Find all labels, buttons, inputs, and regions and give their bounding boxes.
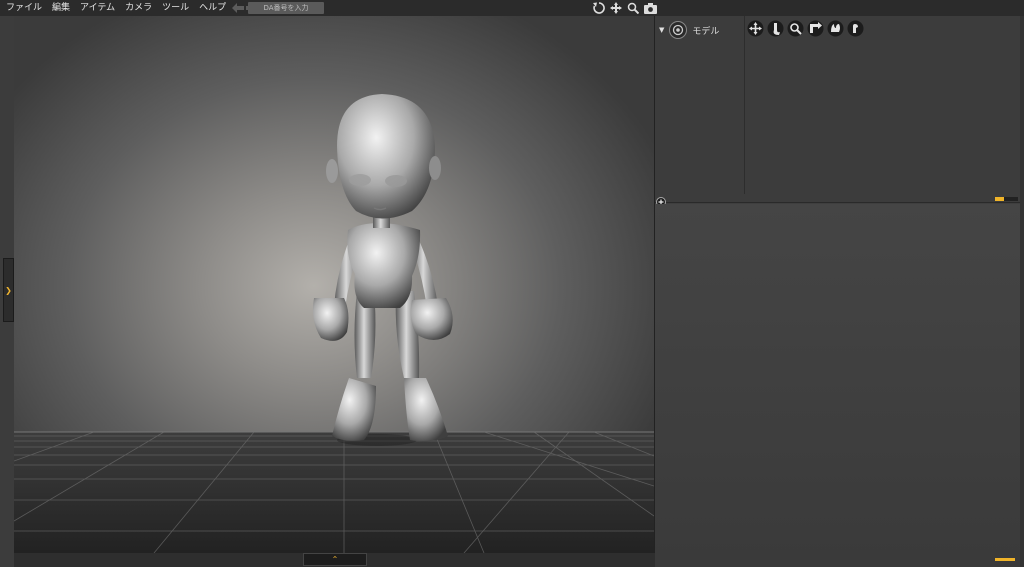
arrow-left-icon[interactable] (231, 2, 245, 14)
rotate-icon[interactable] (592, 1, 606, 15)
viewport-toolbar (592, 1, 657, 15)
menu-edit[interactable]: 編集 (47, 0, 75, 16)
chevron-right-icon: ❯ (5, 285, 12, 295)
search-input[interactable]: DA番号を入力 (248, 2, 324, 14)
model-icon (669, 21, 688, 39)
ground-grid (14, 94, 654, 553)
anchor-tool-icon[interactable] (766, 19, 784, 37)
character-model[interactable] (312, 94, 453, 446)
right-panel: ▼ モデル (655, 16, 1024, 567)
caret-down-icon[interactable]: ▼ (659, 26, 664, 34)
tree-row-model[interactable]: ▼ モデル (659, 21, 719, 39)
tree-label-model: モデル (692, 26, 720, 37)
bottom-panel-toggle[interactable]: ⌃ (303, 553, 367, 566)
menu-camera[interactable]: カメラ (120, 0, 157, 16)
hand-tool-icon[interactable] (846, 19, 864, 37)
zoom-icon[interactable] (626, 1, 640, 15)
right-edge-bar (1020, 16, 1024, 567)
zoom-tool-icon[interactable] (786, 19, 804, 37)
reset-tool-icon[interactable] (806, 19, 824, 37)
screenshot-icon[interactable] (643, 1, 657, 15)
tool-icons (746, 19, 864, 37)
menu-item[interactable]: アイテム (75, 0, 120, 16)
add-item-icon[interactable] (656, 192, 666, 207)
menu-tools[interactable]: ツール (157, 0, 194, 16)
translate-tool-icon[interactable] (746, 19, 764, 37)
menu-help[interactable]: ヘルプ (194, 0, 231, 16)
move-icon[interactable] (609, 1, 623, 15)
chevron-up-icon: ⌃ (331, 554, 339, 564)
scene-tree-pane: ▼ モデル (655, 16, 1020, 207)
properties-pane (655, 204, 1020, 567)
wave-tool-icon[interactable] (826, 19, 844, 37)
pane-divider[interactable] (744, 16, 745, 194)
pane-size-slider[interactable] (995, 197, 1018, 201)
bottom-resize-handle[interactable] (995, 558, 1015, 561)
left-panel-toggle[interactable]: ❯ (3, 258, 14, 322)
menu-bar: ファイル 編集 アイテム カメラ ツール ヘルプ (0, 0, 1024, 16)
3d-viewport[interactable] (14, 16, 655, 553)
menu-file[interactable]: ファイル (0, 0, 47, 16)
